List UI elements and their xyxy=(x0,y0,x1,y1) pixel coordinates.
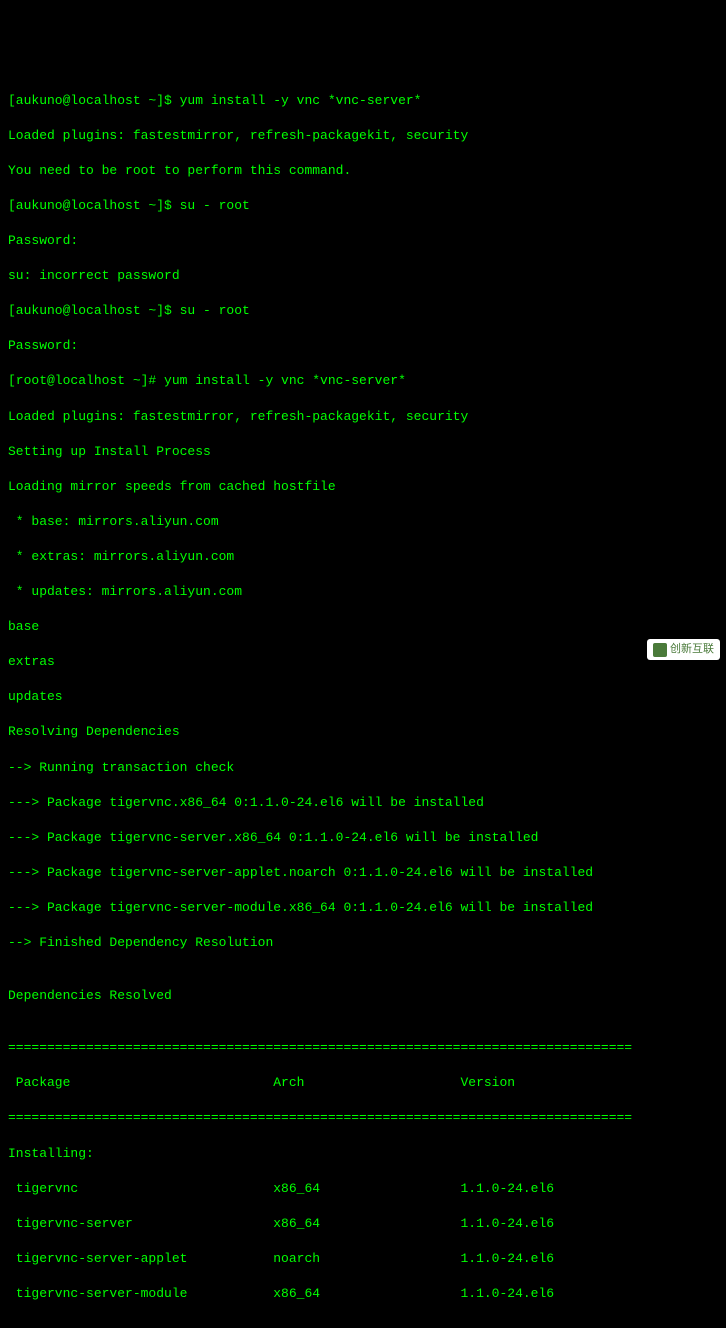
logo-icon xyxy=(653,643,667,657)
terminal-line: --> Running transaction check xyxy=(8,759,718,777)
section-label: Installing: xyxy=(8,1145,718,1163)
terminal-line: Resolving Dependencies xyxy=(8,723,718,741)
terminal-line: You need to be root to perform this comm… xyxy=(8,162,718,180)
terminal-line: [root@localhost ~]# yum install -y vnc *… xyxy=(8,372,718,390)
table-row: tigervnc-server-applet noarch 1.1.0-24.e… xyxy=(8,1250,718,1268)
terminal-line: ---> Package tigervnc-server-module.x86_… xyxy=(8,899,718,917)
terminal-line: [aukuno@localhost ~]$ su - root xyxy=(8,302,718,320)
terminal-line: [aukuno@localhost ~]$ su - root xyxy=(8,197,718,215)
terminal-line: * extras: mirrors.aliyun.com xyxy=(8,548,718,566)
terminal-line: [aukuno@localhost ~]$ yum install -y vnc… xyxy=(8,92,718,110)
terminal-line: base xyxy=(8,618,718,636)
terminal-line: extras xyxy=(8,653,718,671)
terminal-line: Loaded plugins: fastestmirror, refresh-p… xyxy=(8,408,718,426)
watermark-text: 创新互联 xyxy=(670,642,714,657)
terminal-line: Dependencies Resolved xyxy=(8,987,718,1005)
table-header: Package Arch Version xyxy=(8,1074,718,1092)
terminal-line: Setting up Install Process xyxy=(8,443,718,461)
terminal-line: ---> Package tigervnc.x86_64 0:1.1.0-24.… xyxy=(8,794,718,812)
terminal-line: su: incorrect password xyxy=(8,267,718,285)
terminal-line: ---> Package tigervnc-server.x86_64 0:1.… xyxy=(8,829,718,847)
terminal-line: ---> Package tigervnc-server-applet.noar… xyxy=(8,864,718,882)
terminal-line: updates xyxy=(8,688,718,706)
table-row: tigervnc-server-module x86_64 1.1.0-24.e… xyxy=(8,1285,718,1303)
table-row: tigervnc-server x86_64 1.1.0-24.el6 xyxy=(8,1215,718,1233)
terminal-line: * updates: mirrors.aliyun.com xyxy=(8,583,718,601)
terminal-line: Loaded plugins: fastestmirror, refresh-p… xyxy=(8,127,718,145)
terminal-output[interactable]: [aukuno@localhost ~]$ yum install -y vnc… xyxy=(8,74,718,1328)
terminal-line: Password: xyxy=(8,337,718,355)
watermark-badge: 创新互联 xyxy=(647,639,720,660)
terminal-line: * base: mirrors.aliyun.com xyxy=(8,513,718,531)
table-row: tigervnc x86_64 1.1.0-24.el6 xyxy=(8,1180,718,1198)
terminal-line: Password: xyxy=(8,232,718,250)
divider-line: ========================================… xyxy=(8,1039,718,1057)
terminal-line: Loading mirror speeds from cached hostfi… xyxy=(8,478,718,496)
terminal-line: --> Finished Dependency Resolution xyxy=(8,934,718,952)
divider-line: ========================================… xyxy=(8,1109,718,1127)
